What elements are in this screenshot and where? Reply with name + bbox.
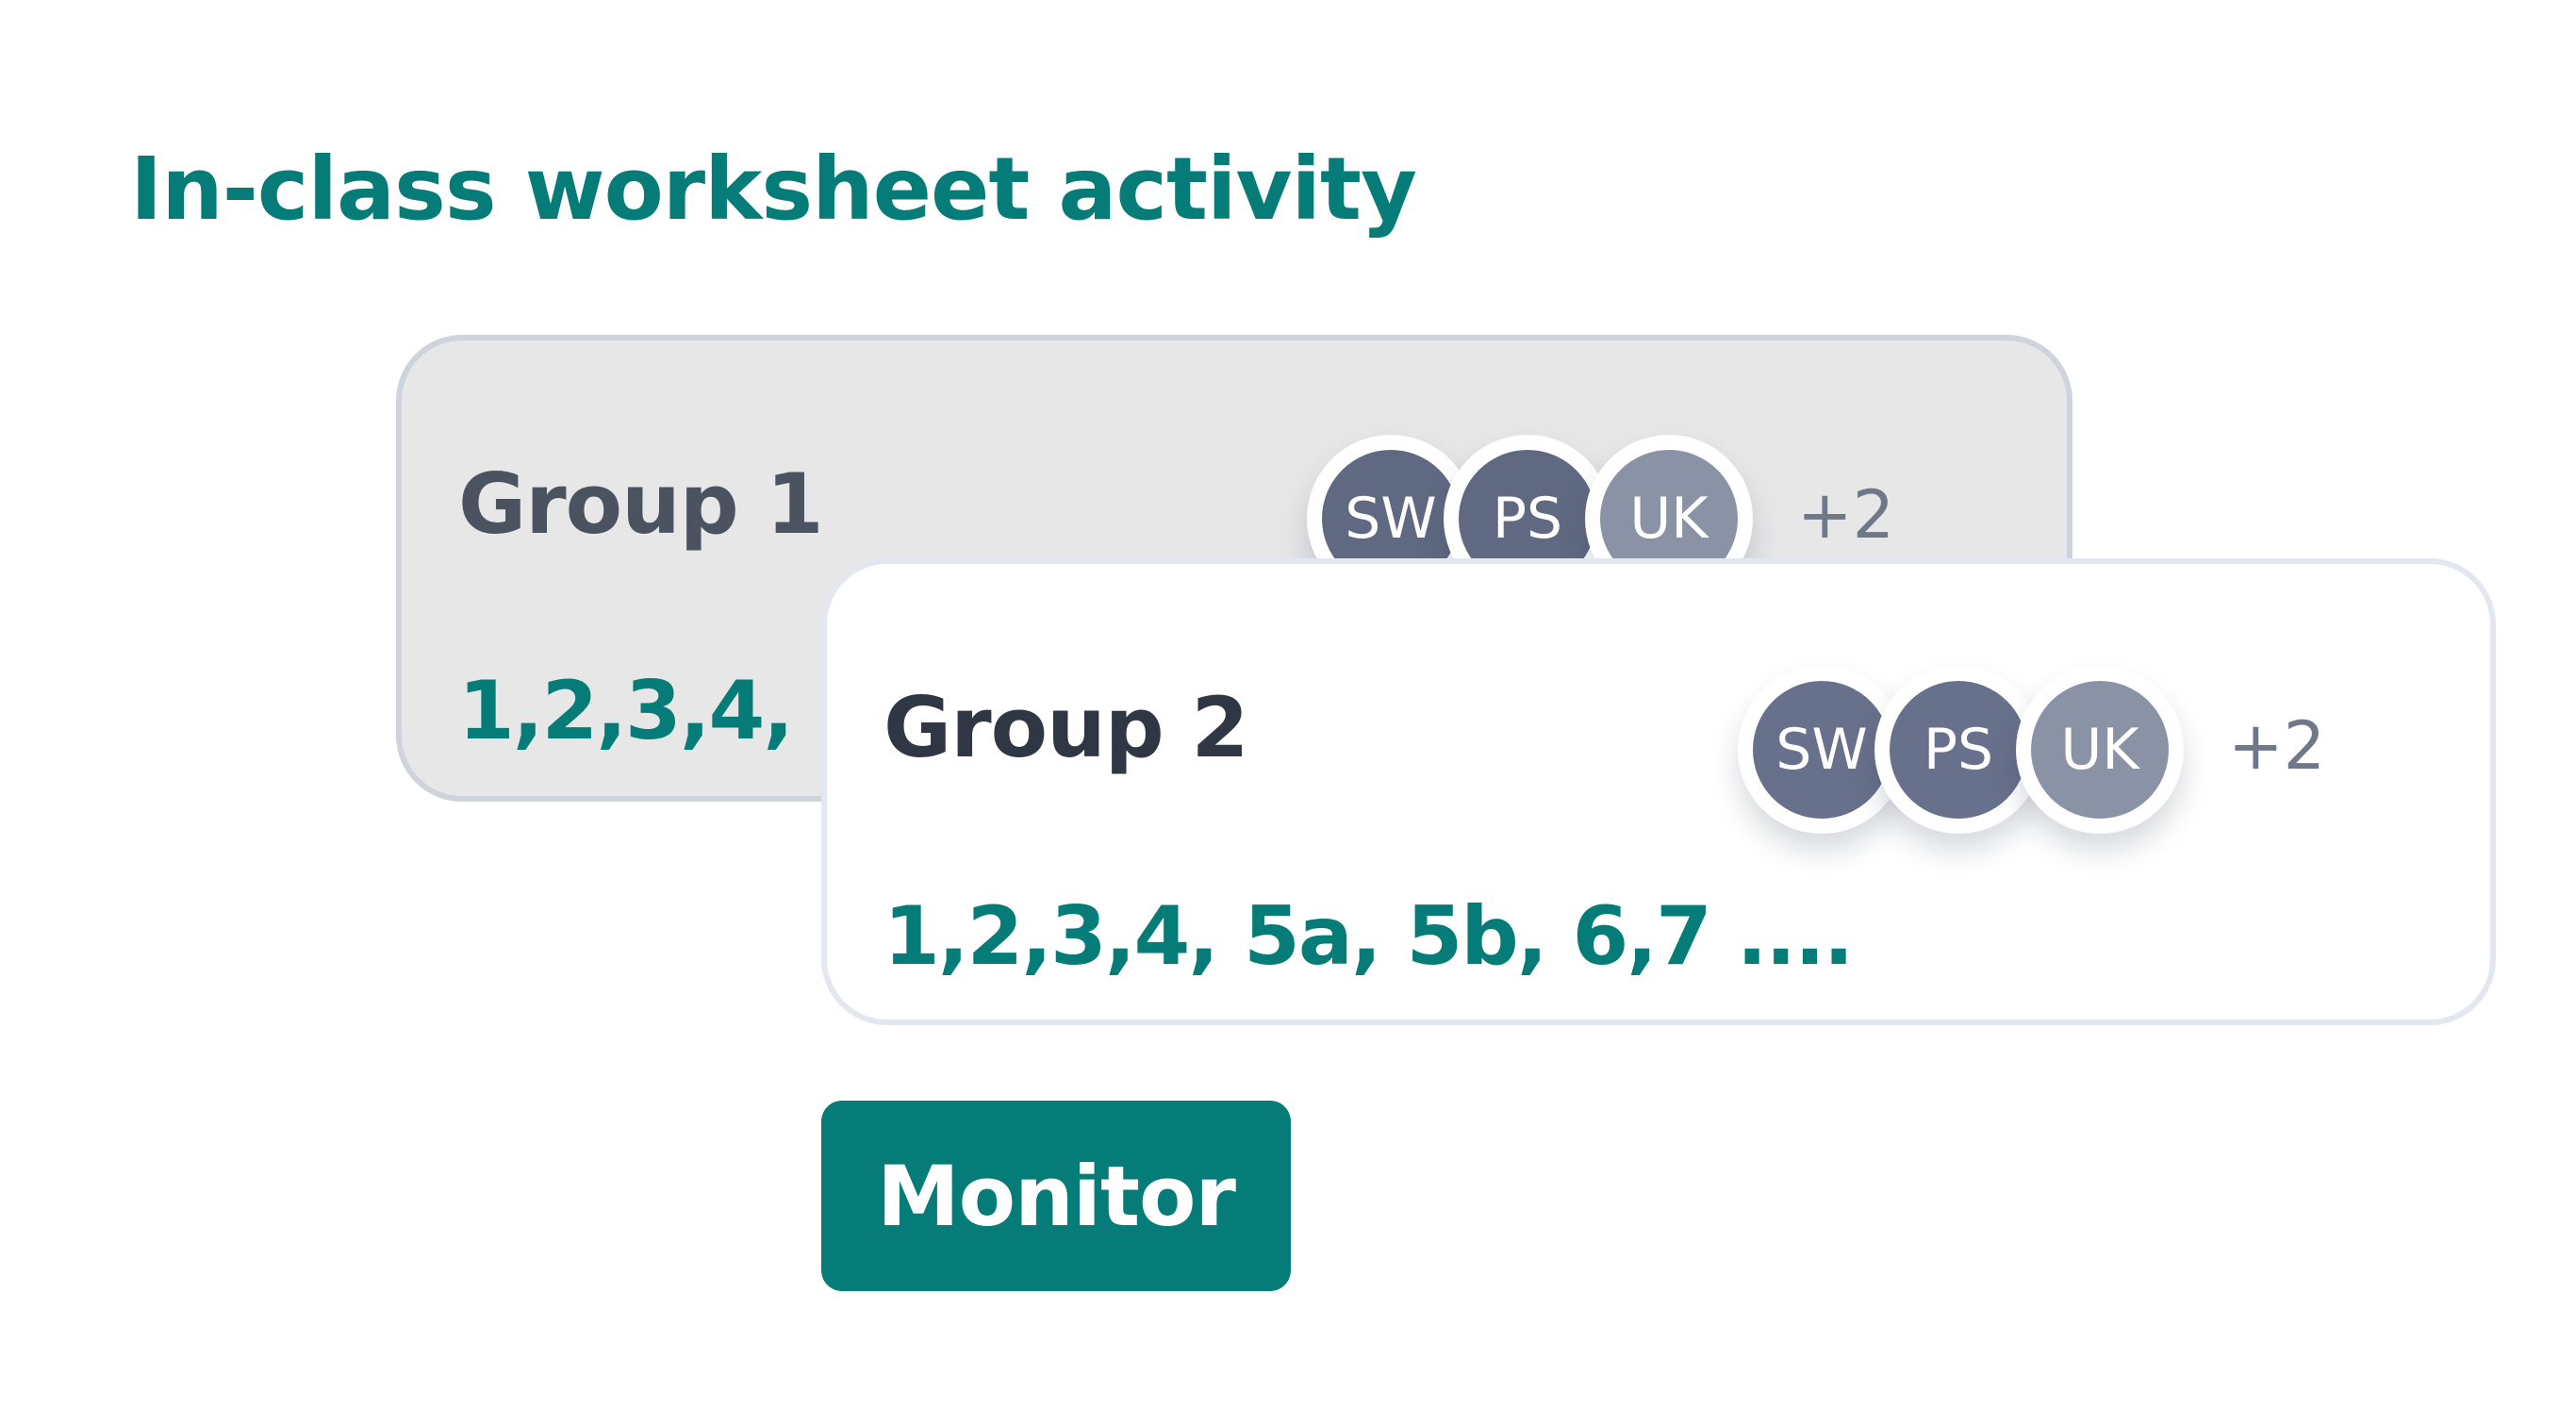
group-card-2[interactable]: Group 2 SW PS UK +2 1,2,3,4, 5a, 5b, 6,7… bbox=[821, 558, 2496, 1025]
monitor-button[interactable]: Monitor bbox=[821, 1101, 1291, 1291]
avatar: UK bbox=[2016, 666, 2184, 834]
group-name: Group 2 bbox=[883, 679, 1249, 776]
member-avatars: SW PS UK +2 bbox=[1738, 666, 2325, 836]
more-members-count: +2 bbox=[2228, 707, 2326, 785]
assigned-questions: 1,2,3,4, 5a, 5b, 6,7 .... bbox=[883, 889, 1854, 984]
group-name: Group 1 bbox=[458, 456, 824, 553]
page-title: In-class worksheet activity bbox=[130, 139, 1417, 240]
more-members-count: +2 bbox=[1797, 476, 1895, 554]
